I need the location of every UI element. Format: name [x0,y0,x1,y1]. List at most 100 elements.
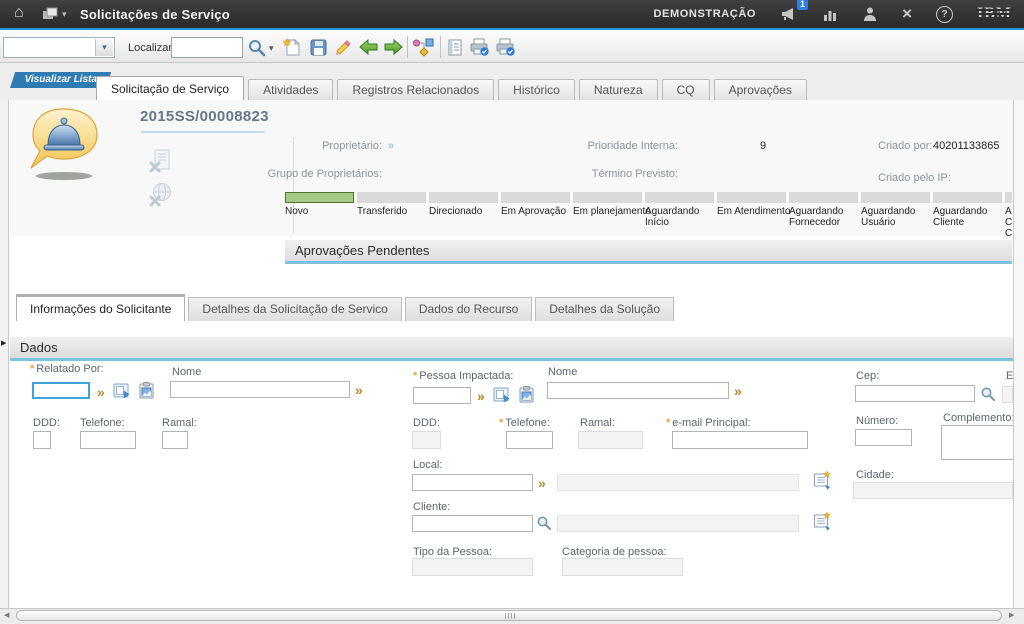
stage-item: Em Aprovação [501,192,570,239]
reported-by-input[interactable] [32,382,90,399]
email-input[interactable] [672,431,808,449]
stage-bar [933,192,1002,203]
caret-down-icon: ▾ [102,43,107,52]
previous-record-button[interactable] [357,36,379,58]
stage-item: Aguardando Início [645,192,714,239]
subtab-detalhes-da-solicitacao[interactable]: Detalhes da Solicitação de Servico [188,297,401,321]
tab-historico[interactable]: Histórico [498,79,575,101]
long-description-icon[interactable] [812,511,832,536]
record-select-combobox[interactable]: ▾ [3,37,115,58]
cep-input[interactable] [855,385,975,402]
required-icon: * [499,417,503,429]
reported-by-detail-menu-icon[interactable]: » [97,385,105,399]
owner-label: Proprietário: [258,140,382,152]
long-description-icon[interactable] [812,470,832,495]
vertical-scrollbar[interactable] [1013,100,1024,608]
owner-detail-menu-icon[interactable]: » [388,141,394,152]
printer-check-icon [469,38,490,57]
applications-caret-icon[interactable]: ▾ [62,10,67,19]
announcements-button[interactable]: 1 [780,6,798,22]
impacted-person-input[interactable] [413,387,471,404]
stage-item: Aguardando Usuário [861,192,930,239]
view-related-doc-icon [147,148,174,180]
impacted-name-detail-icon[interactable]: » [734,384,742,398]
internal-priority-label: Prioridade Interna: [538,140,678,152]
scroll-right-icon[interactable]: ▶ [1009,611,1014,621]
complemento-textarea[interactable] [941,425,1014,460]
ddd-input[interactable] [33,431,51,449]
clipboard-image-icon[interactable] [137,381,156,405]
reports-menu-button[interactable] [444,36,466,58]
save-button[interactable] [307,36,329,58]
complemento-label: Complemento: [943,412,1015,424]
home-icon[interactable]: ⌂ [14,5,24,21]
profile-button[interactable] [862,6,878,22]
reported-by-label: *Relatado Por: [30,363,104,375]
left-collapse-strip[interactable]: ▶ [0,100,9,608]
workflow-button[interactable] [412,36,434,58]
sub-tabs: Informações do Solicitante Detalhes da S… [16,294,674,321]
ramal-input[interactable] [162,431,188,449]
record-id: 2015SS/00008823 [140,108,269,125]
tab-registros-relacionados[interactable]: Registros Relacionados [337,79,494,101]
find-record-input[interactable] [171,37,243,58]
impacted-name-input[interactable] [547,382,729,399]
owner-group-label: Grupo de Proprietários: [258,168,382,180]
tab-natureza[interactable]: Natureza [579,79,658,101]
stage-label: Transferido [357,206,426,217]
topbar-actions: DEMONSTRAÇÃO 1 [654,0,1012,28]
stage-label: Novo [285,206,354,217]
tab-aprovacoes[interactable]: Aprovações [714,79,807,101]
scroll-left-icon[interactable]: ◀ [4,611,9,621]
stage-bar [573,192,642,203]
next-record-button[interactable] [382,36,404,58]
screens-icon [42,7,59,21]
impacted-ramal-label: Ramal: [580,417,615,429]
reports-button[interactable] [822,7,838,22]
subtab-dados-do-recurso[interactable]: Dados do Recurso [405,297,532,321]
numero-input[interactable] [855,429,912,446]
cliente-lookup-icon[interactable] [536,515,552,536]
clear-changes-button[interactable] [332,36,354,58]
local-detail-icon[interactable]: » [538,476,546,490]
go-to-applications-icon[interactable] [42,7,59,21]
expand-panel-icon[interactable]: ▶ [1,340,6,348]
combobox-caret-button[interactable]: ▾ [95,39,113,56]
impacted-ddd-input [412,431,441,449]
close-button[interactable]: × [902,6,912,22]
internal-priority-value: 9 [760,140,766,152]
notification-badge: 1 [797,0,808,10]
new-record-button[interactable] [281,36,303,58]
print-button[interactable] [468,36,490,58]
service-request-app-icon [16,104,110,189]
tab-atividades[interactable]: Atividades [248,79,333,101]
phone-label: Telefone: [80,417,125,429]
required-icon: * [666,417,670,429]
print-with-attachments-button[interactable] [494,36,516,58]
select-value-icon[interactable] [112,381,131,405]
cliente-input[interactable] [412,515,533,532]
tab-solicitacao-de-servico[interactable]: Solicitação de Serviço [96,76,244,101]
globe-disabled-icon [147,181,174,213]
clipboard-image-icon[interactable] [517,385,536,409]
stage-label: Em planejamento [573,206,642,217]
impacted-phone-input[interactable] [506,431,553,449]
subtab-detalhes-da-solucao[interactable]: Detalhes da Solução [535,297,674,321]
report-icon [446,38,464,57]
phone-input[interactable] [80,431,136,449]
help-button[interactable]: ? [936,6,953,23]
search-options-caret-icon[interactable]: ▾ [269,44,274,53]
tab-cq[interactable]: CQ [662,79,710,101]
impacted-person-detail-icon[interactable]: » [477,389,485,403]
address-input-clipped [1002,386,1013,403]
select-value-icon[interactable] [492,385,511,409]
reported-by-name-input[interactable] [170,381,350,398]
subtab-informacoes-do-solicitante[interactable]: Informações do Solicitante [16,294,185,321]
search-button[interactable] [245,36,267,58]
cep-lookup-icon[interactable] [980,386,996,407]
reported-by-name-detail-icon[interactable]: » [355,383,363,397]
environment-label: DEMONSTRAÇÃO [654,8,757,20]
record-select-input[interactable] [5,39,103,56]
local-input[interactable] [412,474,533,491]
stage-label: Aguardando Confirmação Cliente [1005,206,1012,239]
